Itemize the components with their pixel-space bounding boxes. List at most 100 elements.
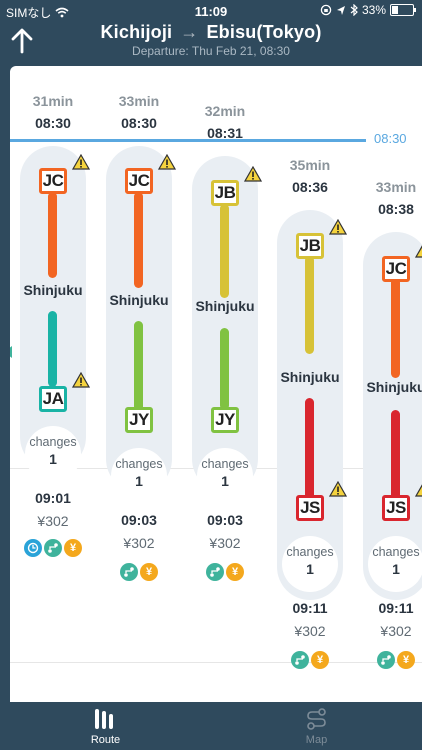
changes-number: 1 xyxy=(392,561,400,577)
route-title: Kichijoji → Ebisu(Tokyo) xyxy=(0,22,422,43)
changes-number: 1 xyxy=(221,473,229,489)
departure-time: Departure: Thu Feb 21, 08:30 xyxy=(132,44,290,58)
line-segment xyxy=(391,410,400,500)
yen-icon: ¥ xyxy=(64,539,82,557)
transfer-station: Shinjuku xyxy=(23,282,83,298)
warning-icon xyxy=(415,245,422,258)
route-departure: 08:31 xyxy=(207,125,243,141)
current-time-line xyxy=(10,139,366,142)
yen-icon: ¥ xyxy=(140,563,158,581)
transfer-station: Shinjuku xyxy=(280,369,340,385)
route-icon xyxy=(120,563,138,581)
line-badge: JB xyxy=(296,233,324,259)
rotation-lock-icon xyxy=(320,4,332,16)
line-segment xyxy=(220,328,229,410)
route-duration: 35min xyxy=(289,157,331,173)
fare: ¥302 xyxy=(123,535,155,551)
arrival-time: 09:03 xyxy=(207,512,243,528)
line-segment xyxy=(305,398,314,500)
line-badge: JS xyxy=(296,495,324,521)
line-segment xyxy=(220,204,229,298)
line-segment xyxy=(48,311,57,387)
battery-percent: 33% xyxy=(361,3,386,17)
changes-number: 1 xyxy=(135,473,143,489)
arrival-time: 09:11 xyxy=(292,600,328,616)
warning-icon xyxy=(329,219,347,235)
warning-icon xyxy=(329,481,347,497)
yen-icon: ¥ xyxy=(226,563,244,581)
route-icon xyxy=(206,563,224,581)
route-icon xyxy=(44,539,62,557)
line-segment xyxy=(305,256,314,354)
route-feature-icons: ¥ xyxy=(106,563,172,581)
route-arrow: → xyxy=(180,22,199,42)
line-badge: JS xyxy=(382,495,410,521)
route-feature-icons: ¥ xyxy=(20,539,86,557)
route-departure: 08:36 xyxy=(292,179,328,195)
line-badge: JA xyxy=(39,386,67,412)
battery-icon xyxy=(390,4,416,16)
line-segment xyxy=(48,192,57,278)
changes-count: changes 1 xyxy=(282,536,338,592)
arrival-time: 09:01 xyxy=(35,490,71,506)
changes-count: changes 1 xyxy=(368,536,422,592)
route-departure: 08:30 xyxy=(121,115,157,131)
route-duration: 31min xyxy=(32,93,74,109)
bluetooth-icon xyxy=(350,4,358,16)
route-duration: 33min xyxy=(118,93,160,109)
changes-label: changes xyxy=(372,545,420,559)
route-feature-icons: ¥ xyxy=(192,563,258,581)
current-time-label: 08:30 xyxy=(374,131,407,146)
destination-station: Ebisu(Tokyo) xyxy=(206,22,322,42)
route-departure: 08:38 xyxy=(378,201,414,217)
fare: ¥302 xyxy=(380,623,412,639)
changes-label: changes xyxy=(29,435,77,449)
changes-count: changes 1 xyxy=(25,426,81,482)
header: Kichijoji → Ebisu(Tokyo) Departure: Thu Fe… xyxy=(0,22,422,66)
warning-icon xyxy=(72,154,90,170)
line-badge: JC xyxy=(39,168,67,194)
arrival-time: 09:03 xyxy=(121,512,157,528)
line-badge: JC xyxy=(125,168,153,194)
warning-icon xyxy=(72,372,90,388)
divider xyxy=(10,662,422,663)
route-feature-icons: ¥ xyxy=(363,651,422,669)
tab-label: Route xyxy=(90,734,121,746)
line-badge: JY xyxy=(211,407,239,433)
fare: ¥302 xyxy=(37,513,69,529)
line-badge: JC xyxy=(382,256,410,282)
line-segment xyxy=(134,192,143,288)
location-icon xyxy=(336,5,345,15)
line-badge: JB xyxy=(211,180,239,206)
changes-label: changes xyxy=(115,457,163,471)
line-badge: JY xyxy=(125,407,153,433)
arrival-time: 09:11 xyxy=(378,600,414,616)
changes-label: changes xyxy=(201,457,249,471)
route-bars-icon xyxy=(95,709,113,729)
warning-icon xyxy=(415,484,422,497)
transfer-station: Shinjuku xyxy=(109,292,169,308)
warning-icon xyxy=(244,166,262,182)
line-segment xyxy=(134,321,143,411)
status-bar: SIMなし 11:09 33% xyxy=(0,0,422,22)
transfer-station: Shinjuku xyxy=(366,379,422,395)
origin-station: Kichijoji xyxy=(100,22,173,42)
scroll-left-icon[interactable] xyxy=(10,346,12,358)
fare: ¥302 xyxy=(294,623,326,639)
route-duration: 32min xyxy=(204,103,246,119)
route-feature-icons: ¥ xyxy=(277,651,343,669)
fare: ¥302 xyxy=(209,535,241,551)
route-duration: 33min xyxy=(375,179,417,195)
transfer-station: Shinjuku xyxy=(195,298,255,314)
clock-icon xyxy=(24,539,42,557)
yen-icon: ¥ xyxy=(397,651,415,669)
map-path-icon xyxy=(307,708,326,730)
warning-icon xyxy=(158,154,176,170)
route-icon xyxy=(377,651,395,669)
route-list[interactable]: 08:30 31min 08:30 JC Shinjuku JA changes… xyxy=(10,66,422,702)
tab-bar: Route Map xyxy=(0,702,422,750)
tab-label: Map xyxy=(305,734,328,746)
changes-count: changes 1 xyxy=(111,448,167,504)
tab-route[interactable]: Route xyxy=(0,702,211,750)
tab-map[interactable]: Map xyxy=(211,702,422,750)
